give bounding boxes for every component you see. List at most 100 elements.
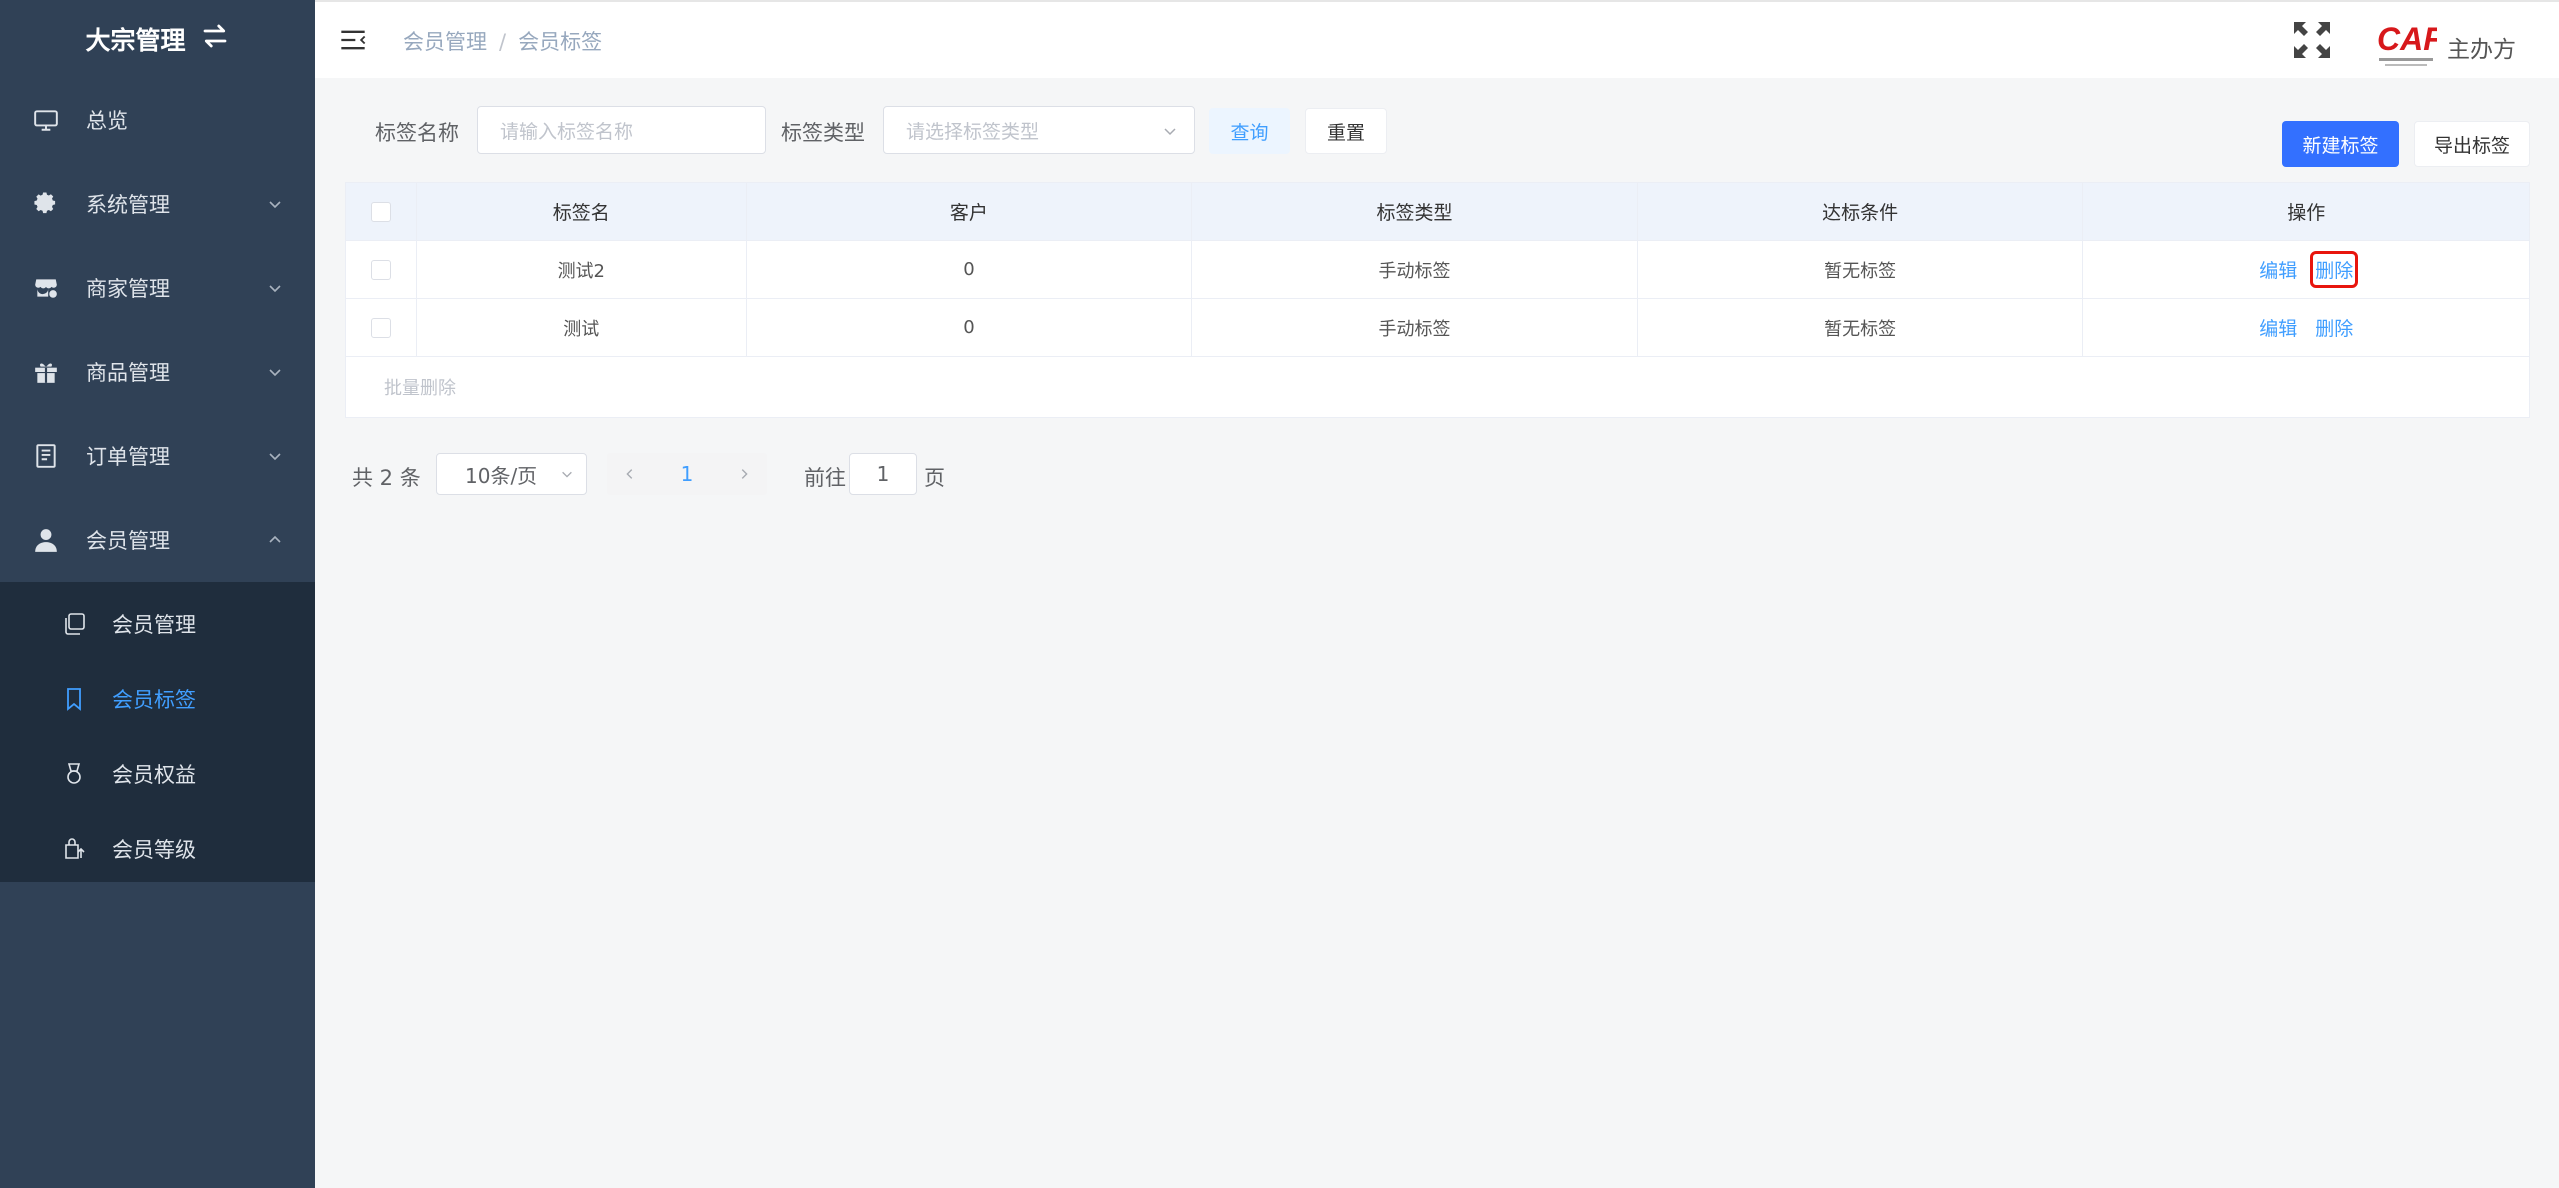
chevron-down-icon [1164,128,1176,136]
sidebar-item-label: 商品管理 [86,361,170,385]
sidebar-item-label: 商家管理 [86,277,170,301]
breadcrumb: 会员管理 / 会员标签 [403,26,602,56]
tag-name-placeholder: 请输入标签名称 [500,120,634,143]
edit-link[interactable]: 编辑 [2257,254,2299,285]
sidebar-item-order[interactable]: 订单管理 [0,414,315,498]
sidebar-item-system[interactable]: 系统管理 [0,162,315,246]
prev-page-icon[interactable] [623,467,637,481]
table-header-row: 标签名 客户 标签类型 达标条件 操作 [346,183,2529,241]
sidebar-item-label: 系统管理 [86,193,170,217]
page-size-value: 10条/页 [465,463,538,488]
sidebar-item-label: 订单管理 [86,445,170,469]
monitor-icon [32,106,60,134]
column-header: 客户 [747,183,1193,240]
user-icon [32,526,60,554]
header-select-cell [346,183,417,240]
sidebar-item-goods[interactable]: 商品管理 [0,330,315,414]
cell-tag-name: 测试2 [417,241,747,298]
bookmark-icon [62,687,86,711]
sidebar-item-label: 总览 [86,109,128,133]
table-row: 测试2 0 手动标签 暂无标签 编辑 删除 [346,241,2529,299]
organizer-label[interactable]: 主办方 [2447,30,2516,64]
next-page-icon[interactable] [737,467,751,481]
cell-customers: 0 [747,299,1193,356]
cell-actions: 编辑 删除 [2083,299,2529,356]
sidebar-subitem-member-tag[interactable]: 会员标签 [0,661,315,736]
export-tag-button[interactable]: 导出标签 [2414,121,2530,167]
goto-page-input[interactable]: 1 [849,453,917,495]
sidebar-subitem-member-level[interactable]: 会员等级 [0,811,315,886]
goto-prefix: 前往 [804,466,846,490]
gear-icon [32,190,60,218]
cell-customers: 0 [747,241,1193,298]
page-number-current[interactable]: 1 [681,462,694,486]
sidebar-subitem-label: 会员权益 [112,762,196,787]
shopping-bag-up-icon [62,837,86,861]
cell-tag-type: 手动标签 [1192,299,1638,356]
cell-condition: 暂无标签 [1638,241,2084,298]
goto-suffix: 页 [924,466,945,490]
sidebar: 大宗管理 总览 系统管理 商家管理 商品管理 订单管理 会员管理 会员管理 会员… [0,0,315,1188]
sidebar-item-member[interactable]: 会员管理 [0,498,315,582]
column-header: 操作 [2287,202,2326,224]
row-select-cell [346,241,417,298]
sidebar-subitem-label: 会员管理 [112,612,196,637]
pagination-total: 共 2 条 [352,466,421,490]
tag-type-label: 标签类型 [781,121,865,145]
chevron-down-icon [562,471,572,478]
store-icon [32,274,60,302]
sidebar-submenu-member: 会员管理 会员标签 会员权益 会员等级 [0,582,315,882]
switch-icon[interactable] [200,21,230,57]
column-header: 标签类型 [1192,183,1638,240]
delete-link[interactable]: 删除 [2313,312,2355,343]
tag-type-placeholder: 请选择标签类型 [906,120,1040,143]
gift-icon [32,358,60,386]
pagination-nav: 1 [607,453,767,495]
chevron-down-icon [269,201,281,209]
sidebar-item-merchant[interactable]: 商家管理 [0,246,315,330]
select-all-checkbox[interactable] [370,201,391,222]
chevron-down-icon [269,369,281,377]
batch-delete-button[interactable]: 批量删除 [384,374,456,400]
brand-title: 大宗管理 [85,26,186,55]
tag-name-label: 标签名称 [375,121,459,145]
query-button[interactable]: 查询 [1209,108,1290,154]
edit-link[interactable]: 编辑 [2257,312,2299,343]
new-tag-button[interactable]: 新建标签 [2282,121,2399,167]
breadcrumb-item[interactable]: 会员管理 [403,30,487,54]
sidebar-brand: 大宗管理 [0,0,315,78]
cell-tag-type: 手动标签 [1192,241,1638,298]
cell-tag-name: 测试 [417,299,747,356]
column-header: 标签名 [417,183,747,240]
tag-type-select[interactable]: 请选择标签类型 [883,106,1195,154]
sidebar-subitem-member-rights[interactable]: 会员权益 [0,736,315,811]
breadcrumb-separator: / [499,30,507,54]
tag-table: 标签名 客户 标签类型 达标条件 操作 测试2 0 手动标签 暂无标签 编辑 删… [345,182,2530,418]
copy-icon [62,612,86,636]
goto-page-value: 1 [876,462,890,486]
cell-actions: 编辑 删除 [2083,241,2529,298]
medal-icon [62,762,86,786]
tag-name-input[interactable]: 请输入标签名称 [477,106,766,154]
cell-condition: 暂无标签 [1638,299,2084,356]
page-size-select[interactable]: 10条/页 [436,453,587,495]
table-footer: 批量删除 [346,357,2529,417]
top-header: 会员管理 / 会员标签 CAF 主办方 [315,0,2559,78]
menu-fold-icon[interactable] [339,26,367,54]
document-icon [32,442,60,470]
sidebar-item-overview[interactable]: 总览 [0,78,315,162]
chevron-up-icon [269,535,281,543]
delete-link[interactable]: 删除 [2310,251,2359,288]
reset-button[interactable]: 重置 [1305,108,1387,154]
sidebar-subitem-member-manage[interactable]: 会员管理 [0,586,315,661]
breadcrumb-item-current: 会员标签 [518,30,603,54]
sidebar-subitem-label: 会员标签 [112,687,196,712]
caf-logo: CAF [2377,21,2437,66]
chevron-down-icon [269,285,281,293]
table-row: 测试 0 手动标签 暂无标签 编辑 删除 [346,299,2529,357]
row-checkbox[interactable] [370,259,391,280]
logo-text: CAF [2377,21,2437,57]
sidebar-item-label: 会员管理 [86,529,170,553]
fullscreen-icon[interactable] [2290,18,2334,62]
row-checkbox[interactable] [370,317,391,338]
